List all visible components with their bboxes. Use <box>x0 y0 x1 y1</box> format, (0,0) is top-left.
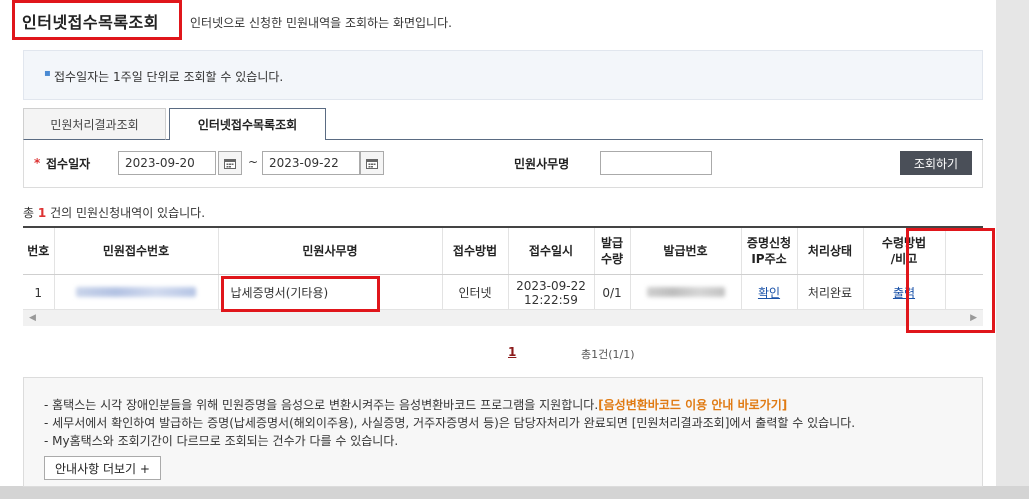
cell-datetime: 2023-09-22 12:22:59 <box>507 274 594 312</box>
service-name-label: 민원사무명 <box>514 157 570 171</box>
calendar-icon <box>366 158 378 169</box>
calendar-icon <box>224 158 236 169</box>
cell-date: 2023-09-22 <box>516 279 586 293</box>
info-box: - 홈택스는 시각 장애인분들을 위해 민원증명을 음성으로 변환시켜주는 음성… <box>23 377 983 487</box>
page-header: 인터넷접수목록조회 인터넷으로 신청한 민원내역을 조회하는 화면입니다. <box>12 0 996 46</box>
column-header: 증명신청 IP주소 <box>740 226 797 275</box>
column-header: 수령방법 /비고 <box>862 226 945 275</box>
result-count-suffix: 건의 민원신청내역이 있습니다. <box>50 206 206 220</box>
required-mark: * <box>34 156 41 170</box>
cell-receive: 출력 <box>862 274 945 312</box>
date-range-separator: ~ <box>248 155 259 169</box>
result-count-number: 1 <box>37 206 47 220</box>
column-header: 민원접수번호 <box>53 226 218 275</box>
tab-label: 민원처리결과조회 <box>50 117 139 132</box>
page-gutter-right <box>996 0 1029 499</box>
page-gutter-bottom <box>0 486 1029 499</box>
more-info-button[interactable]: 안내사항 더보기 + <box>44 456 161 480</box>
redacted-value <box>646 287 725 297</box>
table-header-row: 번호 민원접수번호 민원사무명 접수방법 접수일시 발급 수량 발급번호 증명신… <box>23 226 983 275</box>
bullet-icon: ▪ <box>44 68 51 79</box>
end-date-calendar-button[interactable] <box>360 151 384 175</box>
voice-barcode-guide-link[interactable]: [음성변환바코드 이용 안내 바로가기] <box>598 398 787 412</box>
search-form: * 접수일자 ~ 민원사무명 조회하기 <box>23 140 983 188</box>
column-header: 발급 수량 <box>593 226 630 275</box>
tab-result-inquiry[interactable]: 민원처리결과조회 <box>23 108 166 140</box>
horizontal-scrollbar[interactable]: ◀ ▶ <box>23 309 983 326</box>
cell-no: 1 <box>23 274 54 312</box>
service-name-input[interactable] <box>600 151 712 175</box>
column-header: 처리상태 <box>796 226 863 275</box>
column-header: 발급번호 <box>629 226 741 275</box>
cell-receipt-number-redacted <box>53 274 218 312</box>
tab-internet-receipt-list[interactable]: 인터넷접수목록조회 <box>169 108 326 140</box>
info-line-barcode: - 홈택스는 시각 장애인분들을 위해 민원증명을 음성으로 변환시켜주는 음성… <box>44 396 787 413</box>
column-header: 번호 <box>23 226 54 275</box>
ip-confirm-link[interactable]: 확인 <box>758 286 780 300</box>
cell-time: 12:22:59 <box>524 293 578 307</box>
info-line-certificate: - 세무서에서 확인하여 발급하는 증명(납세증명서(해외이주용), 사실증명,… <box>44 416 856 430</box>
cell-issue-number-redacted <box>629 274 741 312</box>
pagination-total: 총1건(1/1) <box>581 348 635 361</box>
start-date-calendar-button[interactable] <box>218 151 242 175</box>
page-subtitle: 인터넷으로 신청한 민원내역을 조회하는 화면입니다. <box>190 16 452 30</box>
info-line-period: - My홈택스와 조회기간이 다르므로 조회되는 건수가 다를 수 있습니다. <box>44 434 399 448</box>
end-date-input[interactable] <box>262 151 360 175</box>
column-header: 민원사무명 <box>217 226 442 275</box>
arrow-left-icon[interactable]: ◀ <box>29 313 36 323</box>
cell-service-name: 납세증명서(기타용) <box>217 274 442 312</box>
column-header: 접수일시 <box>507 226 594 275</box>
results-table: 번호 민원접수번호 민원사무명 접수방법 접수일시 발급 수량 발급번호 증명신… <box>23 226 983 312</box>
cell-status: 처리완료 <box>796 274 863 312</box>
start-date-input[interactable] <box>118 151 216 175</box>
page-title: 인터넷접수목록조회 <box>22 13 159 32</box>
cell-qty: 0/1 <box>593 274 630 312</box>
results-table-wrapper: 번호 민원접수번호 민원사무명 접수방법 접수일시 발급 수량 발급번호 증명신… <box>23 226 983 312</box>
cell-empty <box>944 274 983 312</box>
column-header-empty <box>944 226 983 275</box>
result-count: 총 1 건의 민원신청내역이 있습니다. <box>23 204 205 221</box>
table-row: 1 납세증명서(기타용) 인터넷 2023-09-22 12:22:59 0/1… <box>23 274 983 312</box>
cell-method: 인터넷 <box>441 274 508 312</box>
tab-label: 인터넷접수목록조회 <box>197 118 298 132</box>
redacted-value <box>76 287 196 297</box>
date-label: 접수일자 <box>46 157 91 171</box>
arrow-right-icon[interactable]: ▶ <box>970 313 977 323</box>
search-button[interactable]: 조회하기 <box>900 151 972 175</box>
info-text: - 홈택스는 시각 장애인분들을 위해 민원증명을 음성으로 변환시켜주는 음성… <box>44 398 599 412</box>
print-link[interactable]: 출력 <box>893 286 915 300</box>
notice-box: ▪ 접수일자는 1주일 단위로 조회할 수 있습니다. <box>23 50 983 100</box>
pagination-current-page[interactable]: 1 <box>508 345 516 359</box>
notice-text: 접수일자는 1주일 단위로 조회할 수 있습니다. <box>54 70 284 84</box>
column-header: 접수방법 <box>441 226 508 275</box>
cell-ip: 확인 <box>740 274 797 312</box>
result-count-prefix: 총 <box>23 206 35 220</box>
